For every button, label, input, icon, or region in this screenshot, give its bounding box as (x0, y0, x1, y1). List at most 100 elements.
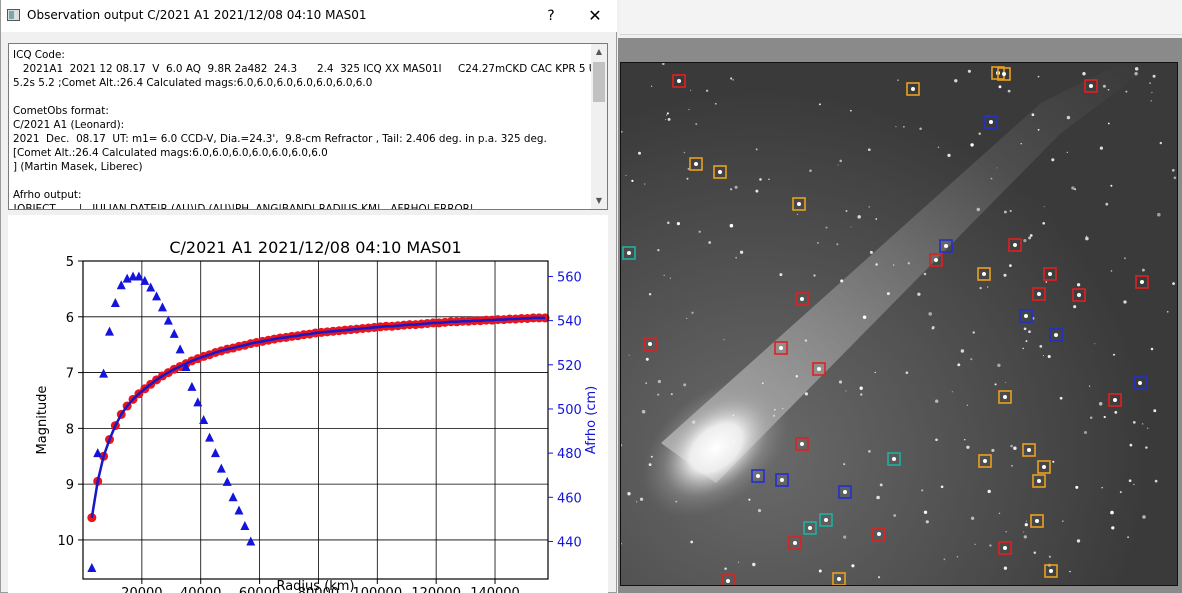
star (1142, 423, 1144, 425)
star (921, 489, 924, 492)
star (737, 561, 740, 563)
star (1132, 421, 1136, 424)
scrollbar-thumb[interactable] (593, 62, 605, 102)
star (1011, 464, 1013, 467)
star (686, 177, 689, 180)
star (867, 148, 871, 152)
star (1107, 88, 1110, 91)
star (1128, 479, 1132, 483)
y-tick-label: 9 (66, 478, 74, 493)
y-tick-label: 8 (66, 422, 74, 437)
star (905, 371, 909, 375)
star (1045, 281, 1048, 283)
star (638, 151, 641, 155)
star (1146, 427, 1149, 430)
star (650, 85, 653, 87)
comet-image-view[interactable] (620, 62, 1178, 586)
marked-star (1113, 398, 1117, 402)
star (1112, 354, 1115, 356)
star (987, 489, 991, 494)
star (1052, 460, 1055, 463)
marked-star (1003, 395, 1007, 399)
star (868, 206, 870, 208)
star (735, 257, 737, 259)
star (817, 242, 819, 244)
star (825, 226, 828, 229)
star (862, 315, 867, 319)
star (1150, 100, 1153, 102)
star (1171, 168, 1175, 172)
star (956, 555, 959, 558)
star (960, 349, 965, 353)
output-textbox[interactable]: ICQ Code: 2021A1 2021 12 08.17 V 6.0 AQ … (8, 43, 608, 210)
y-axis-label: Magnitude (35, 386, 50, 455)
star (1003, 566, 1008, 570)
star (734, 185, 738, 189)
star (998, 85, 1002, 89)
star (774, 408, 776, 411)
star (1009, 209, 1012, 213)
star (1111, 526, 1115, 530)
marked-star (793, 541, 797, 545)
star (636, 501, 638, 503)
star (1023, 531, 1025, 533)
afrho-point (87, 562, 97, 572)
marked-star (1024, 314, 1028, 318)
star (897, 79, 899, 81)
text-line: 2021 Dec. 08.17 UT: m1= 6.0 CCD-V, Dia.=… (13, 133, 547, 145)
star (1110, 184, 1113, 187)
star (1152, 74, 1156, 78)
title-bar[interactable]: Observation output C/2021 A1 2021/12/08 … (1, 0, 617, 32)
marked-star (677, 79, 681, 83)
star (698, 230, 701, 233)
star (859, 386, 863, 390)
marked-star (837, 577, 841, 581)
afrho-point (210, 448, 220, 458)
star (974, 543, 976, 545)
star (998, 512, 1001, 515)
star (804, 392, 809, 396)
vertical-scrollbar[interactable]: ▲ ▼ (591, 44, 607, 209)
marked-star (1003, 546, 1007, 550)
star (947, 153, 951, 158)
star (1048, 555, 1052, 558)
star (690, 89, 692, 91)
star (723, 338, 725, 341)
star (779, 273, 783, 277)
star (843, 463, 846, 466)
marked-star (1002, 72, 1006, 76)
star (752, 562, 756, 567)
marked-star (694, 162, 698, 166)
star (772, 414, 776, 417)
afrho-point (234, 505, 244, 515)
close-button[interactable]: ✕ (579, 4, 611, 28)
star (868, 450, 871, 453)
star (1127, 536, 1130, 539)
marked-star (1048, 272, 1052, 276)
star (1059, 396, 1063, 400)
star (1066, 151, 1068, 153)
star (768, 178, 770, 181)
star (1031, 113, 1035, 117)
star (1062, 520, 1064, 522)
star (1073, 305, 1077, 309)
marked-star (1049, 569, 1053, 573)
help-button[interactable]: ? (537, 4, 565, 28)
star (1149, 82, 1151, 84)
scroll-up-arrow-icon[interactable]: ▲ (591, 44, 607, 60)
marked-star (1054, 333, 1058, 337)
star (625, 175, 627, 177)
star (1153, 409, 1157, 413)
star (724, 567, 727, 570)
afrho-point (110, 297, 120, 307)
marked-star (892, 457, 896, 461)
star (1125, 90, 1128, 93)
x-tick-label: 60000 (239, 586, 280, 593)
scroll-down-arrow-icon[interactable]: ▼ (591, 193, 607, 209)
star (917, 292, 921, 296)
star (1071, 186, 1075, 190)
marked-star (843, 490, 847, 494)
star (935, 438, 938, 442)
star (1105, 202, 1109, 206)
text-line: CometObs format: (13, 105, 109, 117)
